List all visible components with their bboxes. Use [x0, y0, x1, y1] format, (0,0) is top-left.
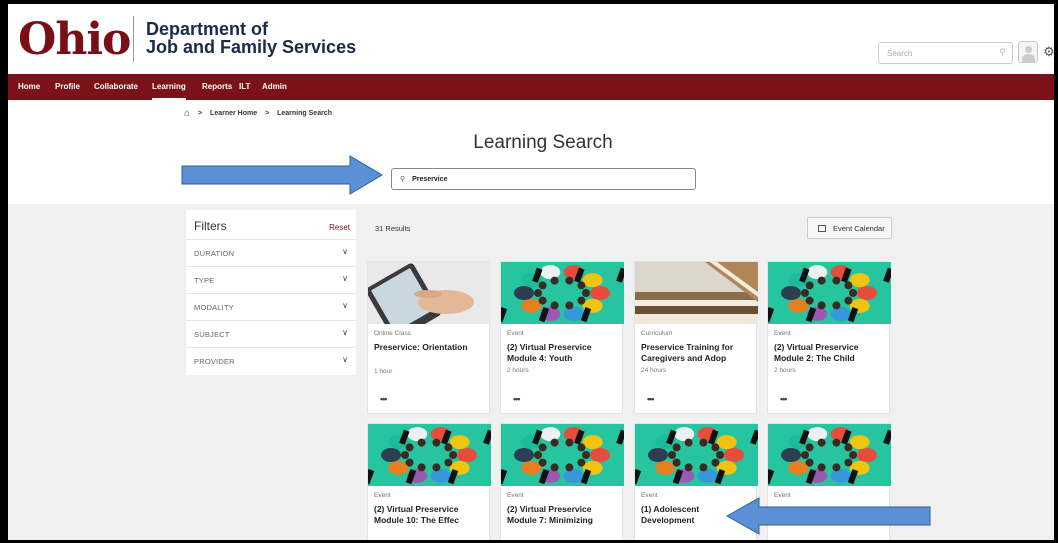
main-nav: Home Profile Collaborate Learning Report…	[8, 74, 1054, 100]
more-options-icon[interactable]: •••	[647, 394, 655, 404]
search-icon: ⚲	[400, 176, 406, 183]
calendar-icon	[818, 225, 826, 232]
course-title[interactable]: (2) Virtual Preservice Module 10: The Ef…	[374, 504, 486, 526]
header-search-placeholder: Search	[887, 49, 913, 58]
more-options-icon[interactable]: •••	[380, 394, 388, 404]
course-card[interactable]: Event (2) Virtual Preservice Module 2: Th…	[767, 261, 891, 414]
browser-frame: Ohio Department of Job and Family Servic…	[8, 4, 1054, 540]
more-options-icon[interactable]: •••	[513, 394, 521, 404]
annotation-arrow-right	[181, 155, 383, 195]
course-title[interactable]: Preservice: Orientation	[374, 342, 486, 353]
chevron-down-icon: ∨	[342, 247, 348, 256]
home-icon[interactable]: ⌂	[184, 108, 190, 119]
breadcrumb-learning-search: Learning Search	[277, 110, 332, 117]
course-thumbnail[interactable]	[368, 424, 491, 486]
avatar-body	[1022, 54, 1035, 62]
course-title[interactable]: (2) Virtual Preservice Module 7: Minimiz…	[507, 504, 619, 526]
filter-modality[interactable]: MODALITY ∨	[186, 294, 356, 321]
filters-title: Filters	[194, 219, 227, 233]
breadcrumb-separator-icon: >	[265, 110, 270, 117]
course-duration: 24 hours	[641, 367, 667, 374]
breadcrumb-separator-icon: >	[198, 110, 203, 117]
chevron-down-icon: ∨	[342, 301, 348, 310]
gear-icon[interactable]: ⚙	[1041, 42, 1054, 62]
chevron-down-icon: ∨	[342, 355, 348, 364]
course-duration: 2 hours	[507, 367, 529, 374]
course-card[interactable]: Event (2) Virtual Preservice Module 7: Mi…	[500, 423, 624, 540]
course-thumbnail[interactable]	[635, 424, 758, 486]
filter-duration[interactable]: DURATION ∨	[186, 240, 356, 267]
event-calendar-label: Event Calendar	[833, 224, 885, 233]
filter-label: PROVIDER	[194, 357, 235, 366]
course-type: Event	[507, 492, 524, 499]
course-title[interactable]: (2) Virtual Preservice Module 2: The Chi…	[774, 342, 886, 364]
avatar-head	[1025, 46, 1032, 53]
course-type: Event	[641, 492, 658, 499]
department-name: Department of Job and Family Services	[146, 20, 356, 56]
course-type: Online Class	[374, 330, 411, 337]
course-thumbnail[interactable]	[368, 262, 491, 324]
breadcrumb-learner-home[interactable]: Learner Home	[210, 110, 257, 117]
nav-item-collaborate[interactable]: Collaborate	[94, 74, 138, 100]
course-type: Event	[507, 330, 524, 337]
course-type: Event	[774, 330, 791, 337]
course-thumbnail[interactable]	[501, 424, 624, 486]
nav-item-profile[interactable]: Profile	[55, 74, 80, 100]
course-card[interactable]: Event (2) Virtual Preservice Module 4: Yo…	[500, 261, 624, 414]
nav-item-reports[interactable]: Reports	[202, 74, 232, 100]
chevron-down-icon: ∨	[342, 328, 348, 337]
course-duration: 1 hour	[374, 368, 393, 375]
course-duration: 2 hours	[774, 367, 796, 374]
course-type: Curriculum	[641, 330, 673, 337]
course-title[interactable]: Preservice Training for Caregivers and A…	[641, 342, 753, 364]
learning-search-value: Preservice	[412, 176, 448, 183]
filter-label: MODALITY	[194, 303, 234, 312]
filter-type[interactable]: TYPE ∨	[186, 267, 356, 294]
filters-header: Filters Reset	[186, 210, 356, 240]
chevron-down-icon: ∨	[342, 274, 348, 283]
course-type: Event	[374, 492, 391, 499]
course-card[interactable]: Curriculum Preservice Training for Caregi…	[634, 261, 758, 414]
filter-subject[interactable]: SUBJECT ∨	[186, 321, 356, 348]
course-title[interactable]: (2) Virtual Preservice Module 4: Youth	[507, 342, 619, 364]
course-thumbnail[interactable]	[768, 262, 891, 324]
course-thumbnail[interactable]	[768, 424, 891, 486]
site-header: Ohio Department of Job and Family Servic…	[8, 4, 1054, 74]
course-thumbnail[interactable]	[635, 262, 758, 324]
nav-item-home[interactable]: Home	[18, 74, 40, 100]
dept-line-2: Job and Family Services	[146, 37, 357, 57]
course-thumbnail[interactable]	[501, 262, 624, 324]
page-title: Learning Search	[473, 132, 613, 153]
logo-divider	[133, 16, 134, 62]
filter-label: TYPE	[194, 276, 215, 285]
nav-item-learning[interactable]: Learning	[152, 74, 186, 100]
header-search-input[interactable]: Search ⚲	[878, 42, 1013, 64]
breadcrumb: ⌂ > Learner Home > Learning Search	[184, 108, 338, 119]
nav-item-admin[interactable]: Admin	[262, 74, 287, 100]
ohio-logo-text: Ohio	[18, 14, 131, 65]
dept-line-1: Department of	[146, 19, 269, 39]
annotation-arrow-left	[725, 497, 931, 535]
filter-label: SUBJECT	[194, 330, 230, 339]
event-calendar-button[interactable]: Event Calendar	[807, 217, 892, 239]
nav-item-ilt[interactable]: ILT	[239, 74, 250, 100]
results-count: 31 Results	[375, 224, 411, 233]
course-card[interactable]: Event (2) Virtual Preservice Module 10: T…	[367, 423, 491, 540]
ohio-logo[interactable]: Ohio	[18, 18, 131, 62]
user-avatar[interactable]	[1018, 41, 1038, 63]
learning-search-input[interactable]: ⚲ Preservice	[391, 168, 696, 190]
search-icon[interactable]: ⚲	[999, 47, 1006, 58]
filter-label: DURATION	[194, 249, 235, 258]
course-card[interactable]: Online Class Preservice: Orientation 1 hou…	[367, 261, 491, 414]
filter-provider[interactable]: PROVIDER ∨	[186, 348, 356, 375]
filters-reset-link[interactable]: Reset	[329, 223, 350, 232]
more-options-icon[interactable]: •••	[780, 394, 788, 404]
filters-panel: Filters Reset DURATION ∨ TYPE ∨ MODALITY…	[186, 210, 356, 375]
